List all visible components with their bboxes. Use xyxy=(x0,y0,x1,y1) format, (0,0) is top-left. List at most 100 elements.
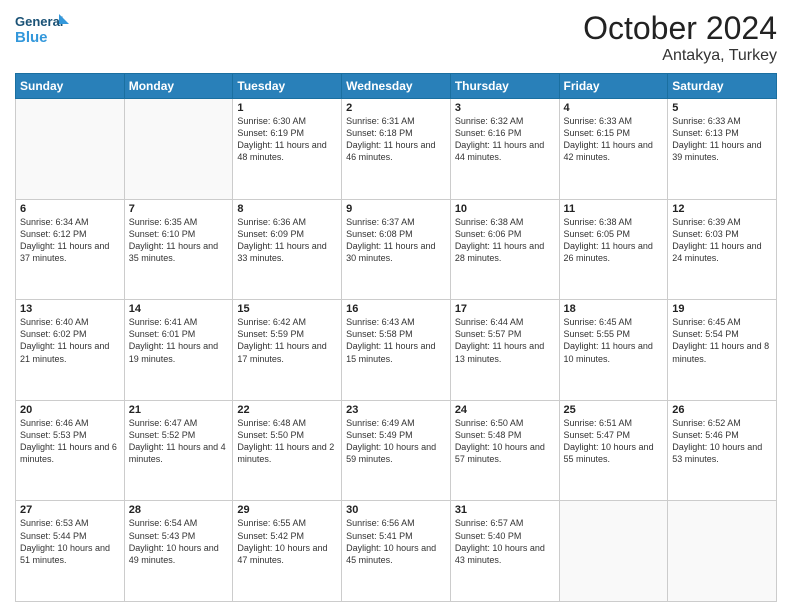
day-info: Sunrise: 6:43 AM Sunset: 5:58 PM Dayligh… xyxy=(346,316,446,365)
logo-svg: General Blue xyxy=(15,10,70,50)
day-number: 4 xyxy=(564,102,664,114)
day-info: Sunrise: 6:33 AM Sunset: 6:15 PM Dayligh… xyxy=(564,115,664,164)
calendar-cell: 8Sunrise: 6:36 AM Sunset: 6:09 PM Daylig… xyxy=(233,199,342,300)
calendar-cell: 14Sunrise: 6:41 AM Sunset: 6:01 PM Dayli… xyxy=(124,300,233,401)
header: General Blue October 2024 Antakya, Turke… xyxy=(15,10,777,65)
calendar-cell: 28Sunrise: 6:54 AM Sunset: 5:43 PM Dayli… xyxy=(124,501,233,602)
calendar-week-row: 1Sunrise: 6:30 AM Sunset: 6:19 PM Daylig… xyxy=(16,99,777,200)
calendar-cell: 18Sunrise: 6:45 AM Sunset: 5:55 PM Dayli… xyxy=(559,300,668,401)
day-number: 9 xyxy=(346,203,446,215)
calendar-cell xyxy=(559,501,668,602)
day-info: Sunrise: 6:57 AM Sunset: 5:40 PM Dayligh… xyxy=(455,517,555,566)
day-info: Sunrise: 6:46 AM Sunset: 5:53 PM Dayligh… xyxy=(20,417,120,466)
title-block: October 2024 Antakya, Turkey xyxy=(583,10,777,65)
day-info: Sunrise: 6:30 AM Sunset: 6:19 PM Dayligh… xyxy=(237,115,337,164)
logo: General Blue xyxy=(15,10,70,50)
calendar-cell: 25Sunrise: 6:51 AM Sunset: 5:47 PM Dayli… xyxy=(559,400,668,501)
day-number: 29 xyxy=(237,504,337,516)
calendar-cell: 20Sunrise: 6:46 AM Sunset: 5:53 PM Dayli… xyxy=(16,400,125,501)
calendar-cell: 27Sunrise: 6:53 AM Sunset: 5:44 PM Dayli… xyxy=(16,501,125,602)
calendar-cell: 19Sunrise: 6:45 AM Sunset: 5:54 PM Dayli… xyxy=(668,300,777,401)
day-of-week-header: Tuesday xyxy=(233,74,342,99)
day-number: 15 xyxy=(237,303,337,315)
day-info: Sunrise: 6:40 AM Sunset: 6:02 PM Dayligh… xyxy=(20,316,120,365)
day-info: Sunrise: 6:53 AM Sunset: 5:44 PM Dayligh… xyxy=(20,517,120,566)
calendar-cell: 2Sunrise: 6:31 AM Sunset: 6:18 PM Daylig… xyxy=(342,99,451,200)
calendar-cell: 30Sunrise: 6:56 AM Sunset: 5:41 PM Dayli… xyxy=(342,501,451,602)
day-info: Sunrise: 6:48 AM Sunset: 5:50 PM Dayligh… xyxy=(237,417,337,466)
day-number: 27 xyxy=(20,504,120,516)
day-info: Sunrise: 6:34 AM Sunset: 6:12 PM Dayligh… xyxy=(20,216,120,265)
day-number: 8 xyxy=(237,203,337,215)
calendar-cell: 16Sunrise: 6:43 AM Sunset: 5:58 PM Dayli… xyxy=(342,300,451,401)
day-info: Sunrise: 6:55 AM Sunset: 5:42 PM Dayligh… xyxy=(237,517,337,566)
calendar-cell: 26Sunrise: 6:52 AM Sunset: 5:46 PM Dayli… xyxy=(668,400,777,501)
day-number: 11 xyxy=(564,203,664,215)
calendar-week-row: 20Sunrise: 6:46 AM Sunset: 5:53 PM Dayli… xyxy=(16,400,777,501)
day-number: 31 xyxy=(455,504,555,516)
calendar-cell xyxy=(16,99,125,200)
calendar-cell xyxy=(668,501,777,602)
day-of-week-header: Sunday xyxy=(16,74,125,99)
day-info: Sunrise: 6:50 AM Sunset: 5:48 PM Dayligh… xyxy=(455,417,555,466)
calendar-table: SundayMondayTuesdayWednesdayThursdayFrid… xyxy=(15,73,777,602)
day-number: 28 xyxy=(129,504,229,516)
day-info: Sunrise: 6:35 AM Sunset: 6:10 PM Dayligh… xyxy=(129,216,229,265)
day-number: 3 xyxy=(455,102,555,114)
day-number: 17 xyxy=(455,303,555,315)
calendar-header: SundayMondayTuesdayWednesdayThursdayFrid… xyxy=(16,74,777,99)
day-number: 22 xyxy=(237,404,337,416)
day-info: Sunrise: 6:41 AM Sunset: 6:01 PM Dayligh… xyxy=(129,316,229,365)
day-of-week-header: Monday xyxy=(124,74,233,99)
day-number: 1 xyxy=(237,102,337,114)
calendar-cell: 1Sunrise: 6:30 AM Sunset: 6:19 PM Daylig… xyxy=(233,99,342,200)
day-number: 20 xyxy=(20,404,120,416)
day-info: Sunrise: 6:38 AM Sunset: 6:05 PM Dayligh… xyxy=(564,216,664,265)
calendar-cell: 29Sunrise: 6:55 AM Sunset: 5:42 PM Dayli… xyxy=(233,501,342,602)
calendar-cell: 23Sunrise: 6:49 AM Sunset: 5:49 PM Dayli… xyxy=(342,400,451,501)
day-number: 21 xyxy=(129,404,229,416)
calendar-cell: 10Sunrise: 6:38 AM Sunset: 6:06 PM Dayli… xyxy=(450,199,559,300)
day-of-week-header: Wednesday xyxy=(342,74,451,99)
day-info: Sunrise: 6:36 AM Sunset: 6:09 PM Dayligh… xyxy=(237,216,337,265)
day-info: Sunrise: 6:51 AM Sunset: 5:47 PM Dayligh… xyxy=(564,417,664,466)
day-of-week-header: Thursday xyxy=(450,74,559,99)
calendar-cell: 17Sunrise: 6:44 AM Sunset: 5:57 PM Dayli… xyxy=(450,300,559,401)
calendar-cell: 24Sunrise: 6:50 AM Sunset: 5:48 PM Dayli… xyxy=(450,400,559,501)
calendar-cell: 12Sunrise: 6:39 AM Sunset: 6:03 PM Dayli… xyxy=(668,199,777,300)
month-year-title: October 2024 xyxy=(583,10,777,47)
calendar-cell: 4Sunrise: 6:33 AM Sunset: 6:15 PM Daylig… xyxy=(559,99,668,200)
day-info: Sunrise: 6:44 AM Sunset: 5:57 PM Dayligh… xyxy=(455,316,555,365)
day-number: 23 xyxy=(346,404,446,416)
day-info: Sunrise: 6:31 AM Sunset: 6:18 PM Dayligh… xyxy=(346,115,446,164)
calendar-cell: 13Sunrise: 6:40 AM Sunset: 6:02 PM Dayli… xyxy=(16,300,125,401)
calendar-week-row: 6Sunrise: 6:34 AM Sunset: 6:12 PM Daylig… xyxy=(16,199,777,300)
svg-text:Blue: Blue xyxy=(15,29,48,46)
day-info: Sunrise: 6:33 AM Sunset: 6:13 PM Dayligh… xyxy=(672,115,772,164)
day-number: 6 xyxy=(20,203,120,215)
day-of-week-header: Saturday xyxy=(668,74,777,99)
calendar-cell: 3Sunrise: 6:32 AM Sunset: 6:16 PM Daylig… xyxy=(450,99,559,200)
day-number: 16 xyxy=(346,303,446,315)
day-number: 18 xyxy=(564,303,664,315)
calendar-cell: 22Sunrise: 6:48 AM Sunset: 5:50 PM Dayli… xyxy=(233,400,342,501)
calendar-cell: 5Sunrise: 6:33 AM Sunset: 6:13 PM Daylig… xyxy=(668,99,777,200)
calendar-header-row: SundayMondayTuesdayWednesdayThursdayFrid… xyxy=(16,74,777,99)
day-number: 5 xyxy=(672,102,772,114)
calendar-cell: 31Sunrise: 6:57 AM Sunset: 5:40 PM Dayli… xyxy=(450,501,559,602)
calendar-cell: 9Sunrise: 6:37 AM Sunset: 6:08 PM Daylig… xyxy=(342,199,451,300)
day-info: Sunrise: 6:39 AM Sunset: 6:03 PM Dayligh… xyxy=(672,216,772,265)
day-info: Sunrise: 6:32 AM Sunset: 6:16 PM Dayligh… xyxy=(455,115,555,164)
day-number: 14 xyxy=(129,303,229,315)
day-info: Sunrise: 6:56 AM Sunset: 5:41 PM Dayligh… xyxy=(346,517,446,566)
day-info: Sunrise: 6:45 AM Sunset: 5:55 PM Dayligh… xyxy=(564,316,664,365)
day-number: 10 xyxy=(455,203,555,215)
day-info: Sunrise: 6:37 AM Sunset: 6:08 PM Dayligh… xyxy=(346,216,446,265)
day-number: 26 xyxy=(672,404,772,416)
day-number: 24 xyxy=(455,404,555,416)
day-number: 13 xyxy=(20,303,120,315)
day-info: Sunrise: 6:47 AM Sunset: 5:52 PM Dayligh… xyxy=(129,417,229,466)
day-number: 25 xyxy=(564,404,664,416)
calendar-week-row: 27Sunrise: 6:53 AM Sunset: 5:44 PM Dayli… xyxy=(16,501,777,602)
calendar-cell: 21Sunrise: 6:47 AM Sunset: 5:52 PM Dayli… xyxy=(124,400,233,501)
